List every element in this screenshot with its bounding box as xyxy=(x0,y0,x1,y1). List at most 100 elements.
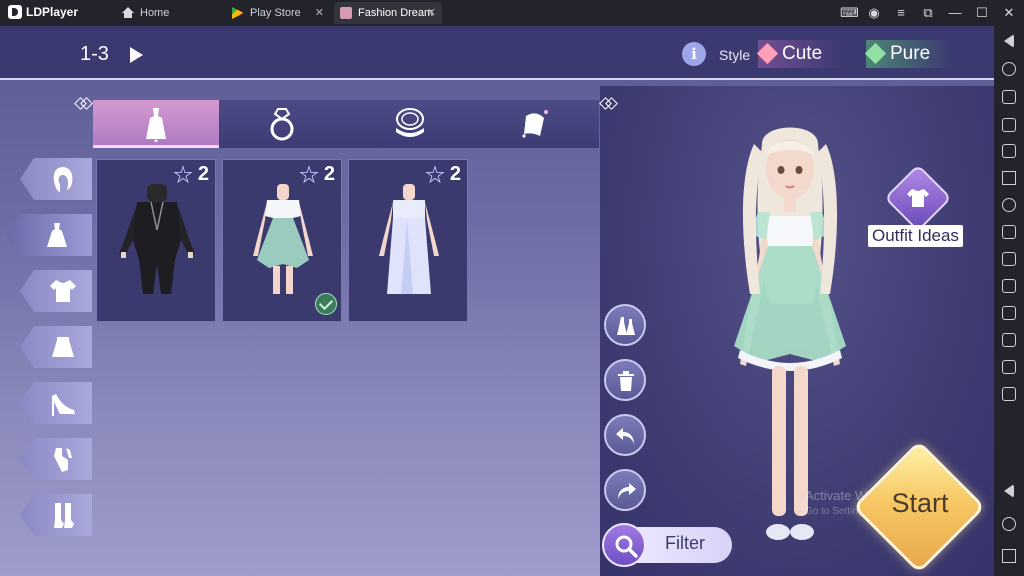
side-category-socks[interactable] xyxy=(20,494,92,536)
play-level-icon[interactable] xyxy=(130,47,143,63)
filter-label: Filter xyxy=(665,533,705,553)
redo-button[interactable] xyxy=(604,469,646,511)
ldplayer-logo: LDPlayer xyxy=(8,5,78,19)
home-icon xyxy=(122,7,134,18)
tab-home[interactable]: Home xyxy=(116,2,224,24)
style-tag-pure: Pure xyxy=(864,40,954,68)
item-rank: 2 xyxy=(197,163,209,185)
item-card-black-outfit[interactable]: 2 xyxy=(96,159,216,322)
redo-icon xyxy=(618,483,636,499)
tab-ring-category[interactable] xyxy=(219,100,345,148)
close-tab-icon[interactable]: ✕ xyxy=(427,6,436,19)
trash-icon xyxy=(618,371,634,391)
style-tag-cute: Cute xyxy=(756,40,846,68)
diamond-deco-icon xyxy=(601,96,615,110)
close-icon[interactable]: ✕ xyxy=(1002,4,1016,22)
shirt-icon xyxy=(907,189,929,207)
gloves-icon xyxy=(54,448,72,472)
minimize-icon[interactable]: — xyxy=(948,4,962,22)
tab-dress-category[interactable] xyxy=(93,100,219,148)
side-category-dress[interactable] xyxy=(6,214,92,256)
undo-icon xyxy=(616,428,634,444)
category-strip xyxy=(93,100,599,148)
side-category-gloves[interactable] xyxy=(20,438,92,480)
accessory-category-icon xyxy=(522,110,548,138)
diamond-deco-icon xyxy=(76,96,90,110)
emulator-titlebar: LDPlayer Home Play Store ✕ Fashion Dream… xyxy=(0,0,1024,26)
selected-checkmark-icon xyxy=(315,293,337,315)
tab-label: Home xyxy=(140,7,170,19)
info-icon[interactable]: i xyxy=(682,42,706,66)
install-apk-icon[interactable] xyxy=(1002,225,1016,239)
scissors-icon[interactable] xyxy=(1002,279,1016,293)
level-indicator: 1-3 xyxy=(80,43,109,65)
operations-icon[interactable] xyxy=(1002,333,1016,347)
ldplayer-logo-icon xyxy=(8,5,22,19)
heels-icon xyxy=(52,394,75,416)
outfit-ideas-gem xyxy=(884,164,952,232)
tab-fashion-dream[interactable]: Fashion Dream ✕ xyxy=(334,2,442,24)
close-tab-icon[interactable]: ✕ xyxy=(315,6,324,19)
style-label: Style xyxy=(719,47,751,63)
gamepad-icon[interactable]: ⌨ xyxy=(840,4,859,22)
play-store-icon xyxy=(232,7,244,19)
side-category-top[interactable] xyxy=(20,270,92,312)
start-label[interactable]: Start xyxy=(880,488,960,519)
keyboard-icon[interactable] xyxy=(1002,90,1016,104)
settings-icon[interactable] xyxy=(1002,62,1016,76)
hairstyle-icon xyxy=(53,167,73,192)
wardrobe-icon xyxy=(617,317,635,335)
game-screen: 1-3 i Style Cute Pure 2 2 2 Filter Outfi… xyxy=(0,26,994,576)
volume-down-icon[interactable] xyxy=(1002,144,1016,158)
side-category-shoes[interactable] xyxy=(20,382,92,424)
style-tag-label: Pure xyxy=(890,43,931,64)
side-category-skirt[interactable] xyxy=(20,326,92,368)
item-rank: 2 xyxy=(449,163,461,185)
wardrobe-button[interactable] xyxy=(604,304,646,346)
fashion-dream-icon xyxy=(340,7,352,19)
tab-label: Fashion Dream xyxy=(358,7,434,19)
app-name: LDPlayer xyxy=(26,5,79,19)
delete-button[interactable] xyxy=(604,359,646,401)
more-icon[interactable] xyxy=(1002,387,1016,401)
item-card-white-gown[interactable]: 2 xyxy=(348,159,468,322)
outfit-ideas-label: Outfit Ideas xyxy=(868,225,963,247)
side-category-hair[interactable] xyxy=(20,158,92,200)
recents-icon[interactable] xyxy=(1002,549,1016,563)
volume-up-icon[interactable] xyxy=(1002,118,1016,132)
item-card-mint-dress[interactable]: 2 xyxy=(222,159,342,322)
skirt-icon xyxy=(52,337,74,357)
style-tag-label: Cute xyxy=(782,43,823,64)
maximize-icon[interactable]: ☐ xyxy=(975,4,989,22)
resize-icon[interactable]: ⧉ xyxy=(921,4,935,22)
undo-button[interactable] xyxy=(604,414,646,456)
account-icon[interactable]: ◉ xyxy=(867,4,881,22)
sync-icon[interactable] xyxy=(1002,198,1016,212)
outfit-ideas-button[interactable]: Outfit Ideas xyxy=(866,164,970,254)
socks-icon xyxy=(54,503,74,528)
apk-icon[interactable] xyxy=(1002,252,1016,266)
item-rank: 2 xyxy=(323,163,335,185)
tab-accessory-category[interactable] xyxy=(471,100,597,148)
ring-category-icon xyxy=(270,108,294,141)
record-icon[interactable] xyxy=(1002,306,1016,320)
emulator-toolbar xyxy=(994,26,1024,576)
green-gem-icon xyxy=(864,42,887,65)
top-icon xyxy=(50,280,76,302)
shake-icon[interactable] xyxy=(1002,360,1016,374)
menu-icon[interactable]: ≡ xyxy=(894,4,908,22)
tab-play-store[interactable]: Play Store ✕ xyxy=(226,2,330,24)
search-icon xyxy=(615,535,638,558)
back-icon[interactable] xyxy=(1004,484,1014,498)
game-top-bar: 1-3 i Style Cute Pure xyxy=(0,26,994,80)
dress-category-icon xyxy=(146,108,166,142)
collapse-icon[interactable] xyxy=(1004,34,1014,48)
tab-compact-category[interactable] xyxy=(345,100,471,148)
compact-category-icon xyxy=(396,108,424,137)
dress-icon xyxy=(47,223,67,247)
tab-label: Play Store xyxy=(250,7,301,19)
home-icon[interactable] xyxy=(1002,517,1016,531)
fullscreen-icon[interactable] xyxy=(1002,171,1016,185)
window-controls: ⌨ ◉ ≡ ⧉ — ☐ ✕ xyxy=(840,4,1016,22)
filter-circle xyxy=(602,523,646,567)
